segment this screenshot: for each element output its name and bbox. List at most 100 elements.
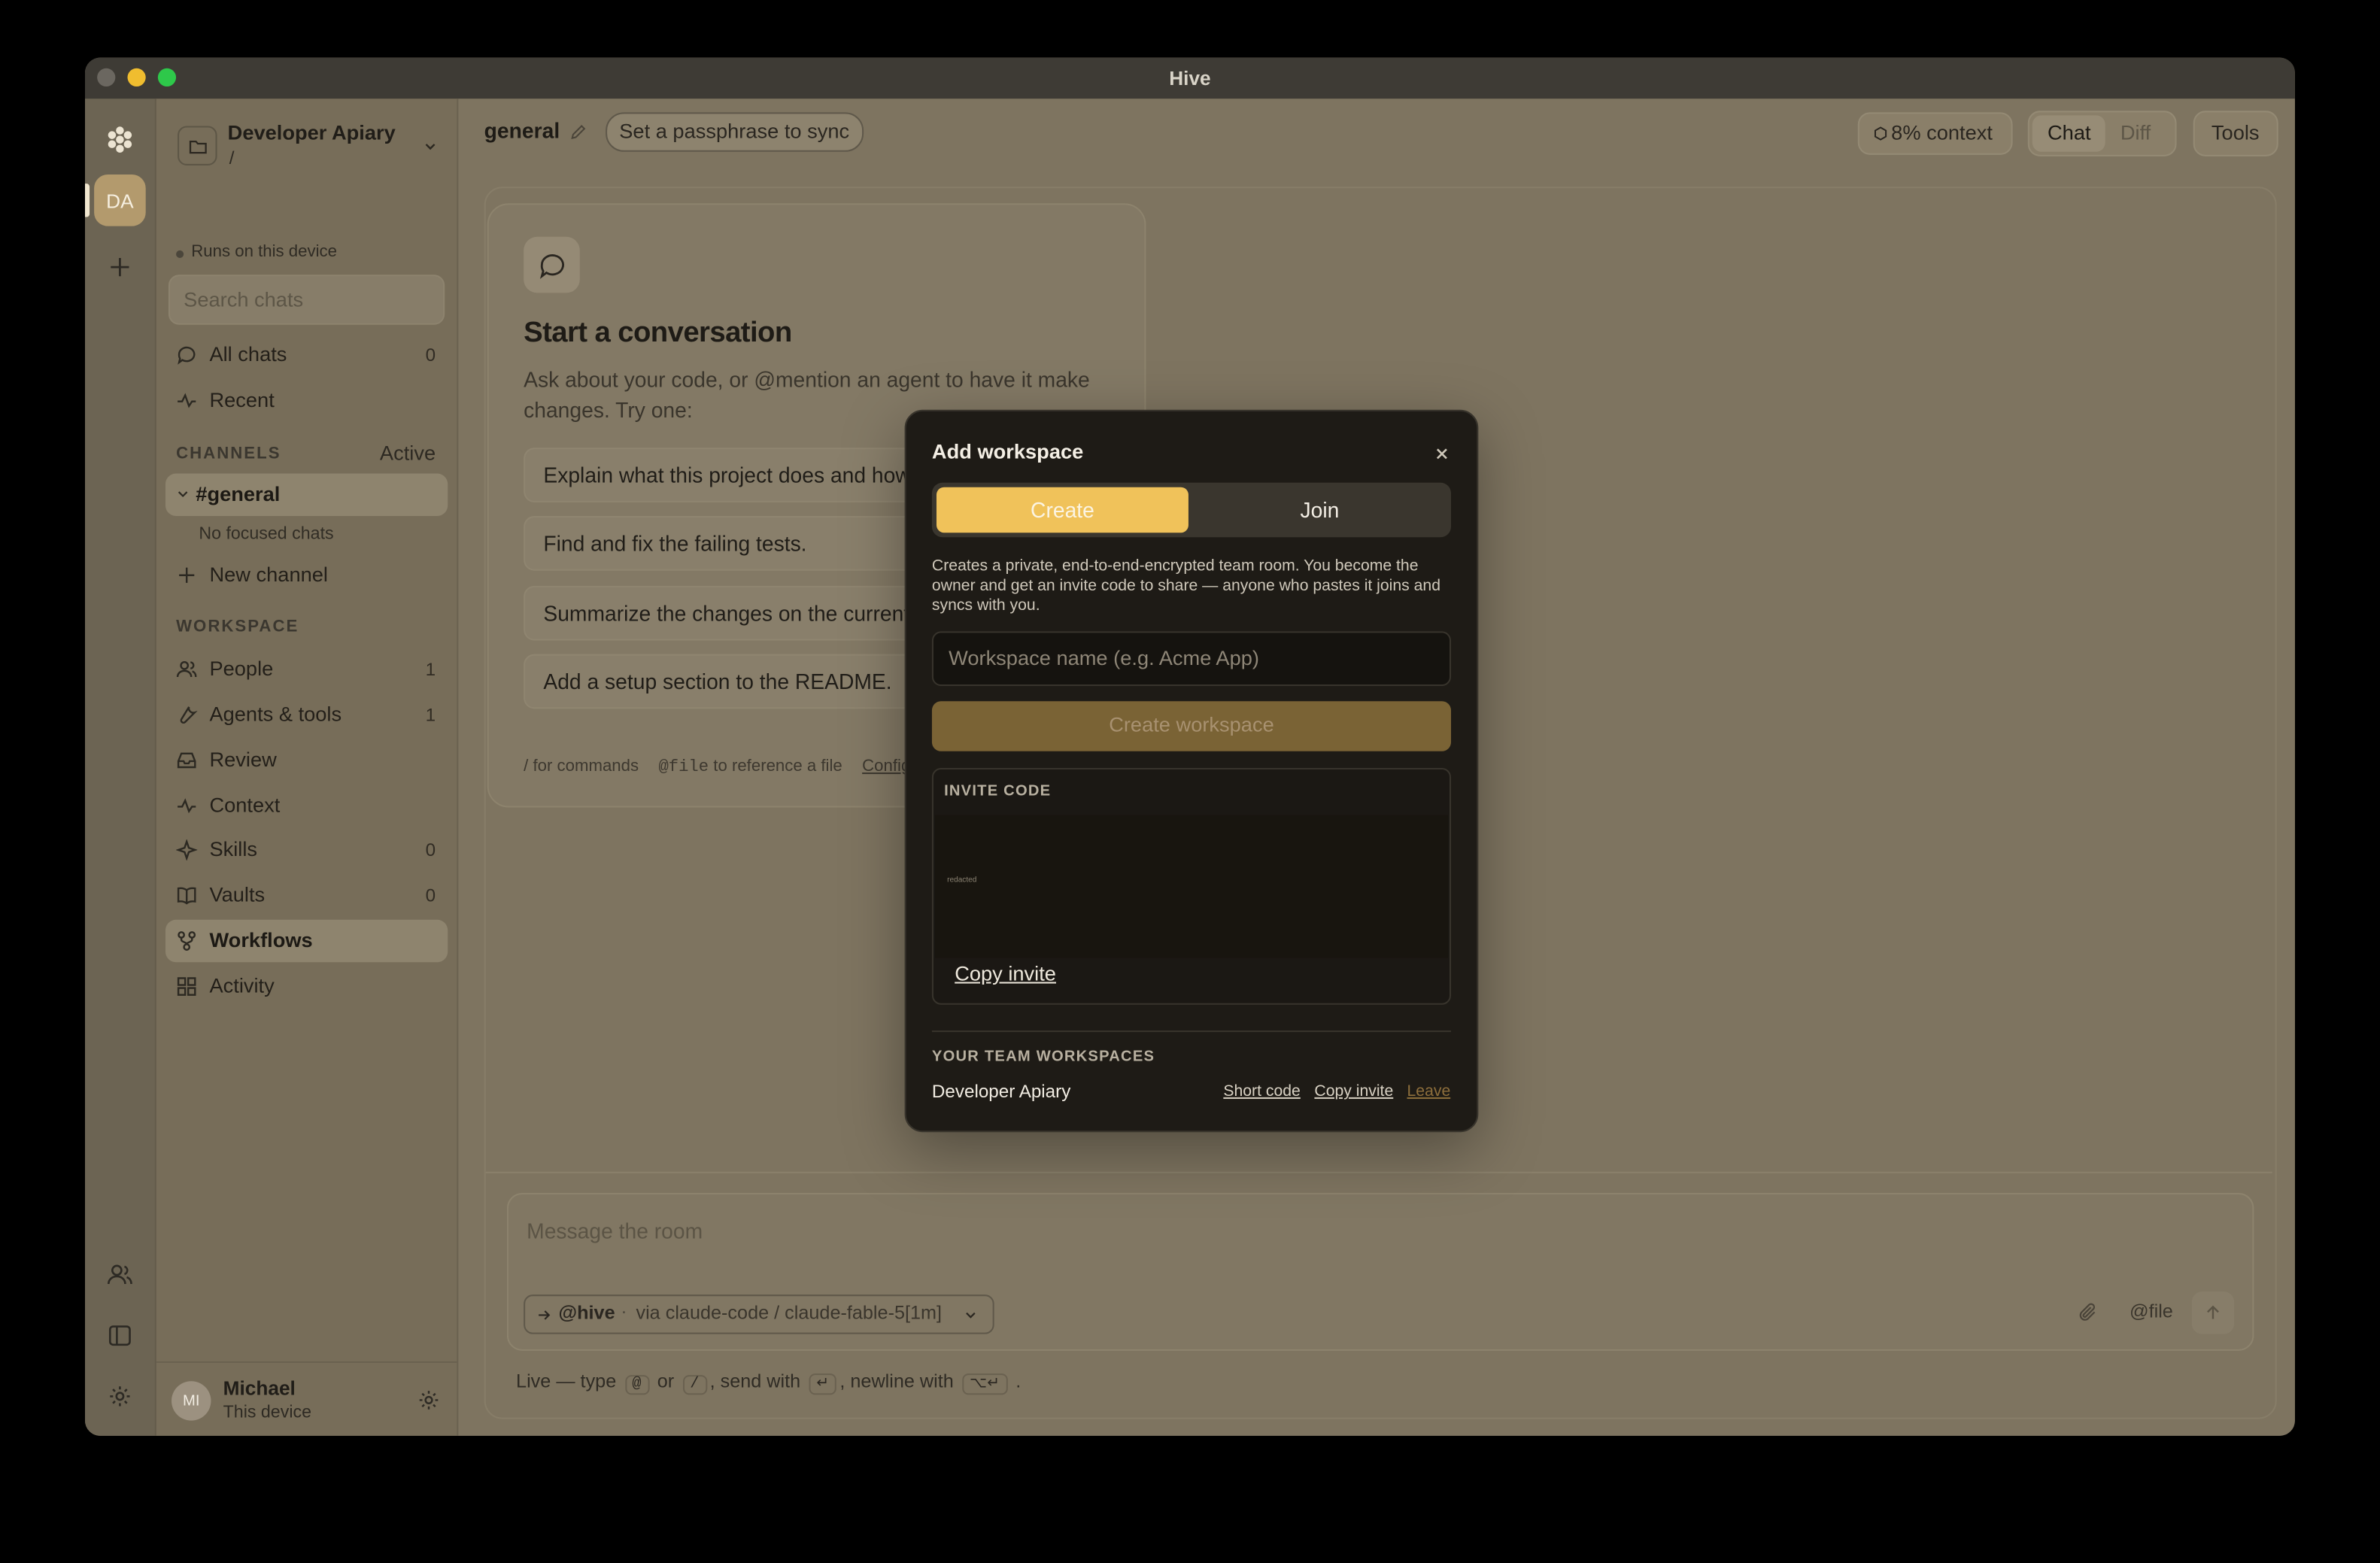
sidebar-item-vaults[interactable]: Vaults 0 bbox=[165, 874, 448, 916]
tools-button[interactable]: Tools bbox=[2193, 111, 2278, 156]
sidebar-item-agents-tools[interactable]: Agents & tools 1 bbox=[165, 693, 448, 736]
pulse-icon bbox=[178, 798, 196, 814]
short-code-link[interactable]: Short code bbox=[1223, 1082, 1300, 1100]
people-icon[interactable] bbox=[97, 1252, 143, 1298]
channel-general[interactable]: #general bbox=[165, 473, 448, 517]
copy-invite-link[interactable]: Copy invite bbox=[1314, 1082, 1393, 1100]
hint-text: Live — type bbox=[516, 1370, 617, 1392]
passphrase-label: Set a passphrase to sync bbox=[619, 120, 850, 143]
sidebar-item-activity[interactable]: Activity bbox=[165, 965, 448, 1007]
agent-selector[interactable]: @hive · via claude-code / claude-fable-5… bbox=[524, 1294, 994, 1334]
button-label: Create workspace bbox=[1109, 713, 1274, 736]
channels-filter[interactable]: Active bbox=[380, 442, 436, 464]
leave-workspace-link[interactable]: Leave bbox=[1407, 1082, 1451, 1100]
sidebar-toggle-icon[interactable] bbox=[97, 1313, 143, 1358]
active-workspace-indicator bbox=[84, 184, 90, 217]
channel-title: general bbox=[484, 118, 560, 143]
set-passphrase-button[interactable]: Set a passphrase to sync bbox=[606, 112, 864, 152]
inbox-icon bbox=[177, 752, 196, 769]
sidebar-divider bbox=[156, 1361, 457, 1363]
channel-sidebar: Developer Apiary / Runs on this device S… bbox=[156, 99, 459, 1436]
arrow-up-icon bbox=[2207, 1305, 2219, 1319]
nav-recent[interactable]: Recent bbox=[165, 379, 448, 421]
user-avatar[interactable]: MI bbox=[172, 1381, 211, 1421]
tab-label: Chat bbox=[2048, 121, 2091, 144]
sparkle-icon bbox=[176, 839, 198, 861]
hive-logo-icon bbox=[97, 117, 143, 162]
pulse-icon bbox=[178, 393, 196, 408]
user-settings-gear-icon[interactable] bbox=[417, 1388, 440, 1419]
grid-icon bbox=[177, 977, 196, 996]
nav-label: Agents & tools bbox=[209, 703, 342, 726]
channel-name: #general bbox=[196, 482, 281, 505]
modal-divider bbox=[931, 1030, 1452, 1033]
mode-tabs: Create Join bbox=[931, 482, 1452, 538]
empty-state-title: Start a conversation bbox=[524, 317, 792, 350]
message-input[interactable]: Message the room bbox=[527, 1219, 703, 1243]
tab-chat[interactable]: Chat bbox=[2032, 115, 2105, 152]
create-workspace-button[interactable]: Create workspace bbox=[931, 701, 1452, 751]
close-icon[interactable] bbox=[1434, 442, 1453, 460]
tab-label: Join bbox=[1300, 497, 1340, 523]
settings-gear-icon[interactable] bbox=[97, 1373, 143, 1419]
channels-heading: CHANNELS bbox=[176, 445, 281, 463]
arrow-right-icon bbox=[539, 1310, 551, 1320]
file-hint-code: @file bbox=[658, 758, 709, 778]
chat-bubble-icon bbox=[178, 346, 196, 365]
nav-label: New channel bbox=[209, 563, 328, 586]
nav-all-chats[interactable]: All chats 0 bbox=[165, 334, 448, 376]
context-label: 8% context bbox=[1891, 121, 1993, 144]
paperclip-icon[interactable] bbox=[2078, 1302, 2099, 1323]
tab-diff[interactable]: Diff bbox=[2108, 115, 2172, 151]
new-channel-button[interactable]: New channel bbox=[165, 554, 448, 596]
people-icon bbox=[176, 660, 197, 678]
workspace-heading: WORKSPACE bbox=[176, 618, 299, 636]
folder-icon bbox=[178, 126, 217, 165]
nav-count: 0 bbox=[425, 885, 436, 906]
workspace-switcher[interactable]: Developer Apiary / bbox=[168, 117, 445, 184]
dot-separator: · bbox=[621, 1300, 627, 1322]
workspace-status: Runs on this device bbox=[191, 242, 337, 262]
sidebar-item-review[interactable]: Review bbox=[165, 739, 448, 782]
nav-label: Workflows bbox=[209, 928, 313, 952]
file-mention-button[interactable]: @file bbox=[2130, 1300, 2173, 1322]
suggestion-label: Find and fix the failing tests. bbox=[543, 531, 807, 556]
workspace-name-input[interactable]: Workspace name (e.g. Acme App) bbox=[931, 631, 1452, 687]
file-hint-text: to reference a file bbox=[713, 757, 842, 776]
invite-code-value: redacted bbox=[947, 876, 977, 885]
modal-title: Add workspace bbox=[931, 440, 1084, 463]
invite-code-heading: INVITE CODE bbox=[944, 783, 1052, 800]
chevron-down-icon bbox=[178, 491, 188, 498]
context-usage-badge[interactable]: 8% context bbox=[1857, 112, 2013, 155]
send-button[interactable] bbox=[2191, 1291, 2235, 1334]
team-workspaces-heading: YOUR TEAM WORKSPACES bbox=[931, 1049, 1155, 1066]
sidebar-item-workflows[interactable]: Workflows bbox=[165, 919, 448, 963]
empty-state-footer: / for commands @file to reference a file… bbox=[524, 757, 934, 777]
chat-bubble-icon bbox=[524, 236, 580, 293]
sidebar-item-people[interactable]: People 1 bbox=[165, 648, 448, 690]
kbd-at: @ bbox=[624, 1375, 649, 1395]
search-input[interactable]: Search chats bbox=[168, 275, 445, 325]
sidebar-item-skills[interactable]: Skills 0 bbox=[165, 829, 448, 871]
add-workspace-modal: Add workspace Create Join Creates a priv… bbox=[904, 409, 1479, 1133]
hint-text: , send with bbox=[709, 1370, 801, 1392]
copy-invite-link[interactable]: Copy invite bbox=[955, 962, 1056, 985]
wrench-icon bbox=[180, 706, 198, 724]
workspace-path: / bbox=[229, 147, 235, 168]
tab-join[interactable]: Join bbox=[1193, 487, 1447, 533]
nav-label: Activity bbox=[209, 974, 275, 997]
hint-text: . bbox=[1015, 1370, 1022, 1392]
plus-icon bbox=[179, 567, 195, 583]
add-workspace-icon[interactable] bbox=[97, 244, 143, 290]
tab-create[interactable]: Create bbox=[936, 487, 1188, 533]
suggestion-label: Add a setup section to the README. bbox=[543, 669, 892, 694]
agent-handle: @hive bbox=[558, 1302, 615, 1324]
chevron-down-icon bbox=[422, 135, 439, 162]
modal-description: Creates a private, end-to-end-encrypted … bbox=[931, 557, 1440, 615]
workspace-avatar[interactable]: DA bbox=[94, 175, 146, 226]
sidebar-item-context[interactable]: Context bbox=[165, 785, 448, 827]
nav-label: Vaults bbox=[209, 883, 266, 906]
edit-pencil-icon[interactable] bbox=[569, 123, 587, 141]
message-composer: Message the room @hive · via claude-code… bbox=[506, 1192, 2254, 1351]
kbd-option-enter: ⌥↵ bbox=[961, 1373, 1008, 1395]
